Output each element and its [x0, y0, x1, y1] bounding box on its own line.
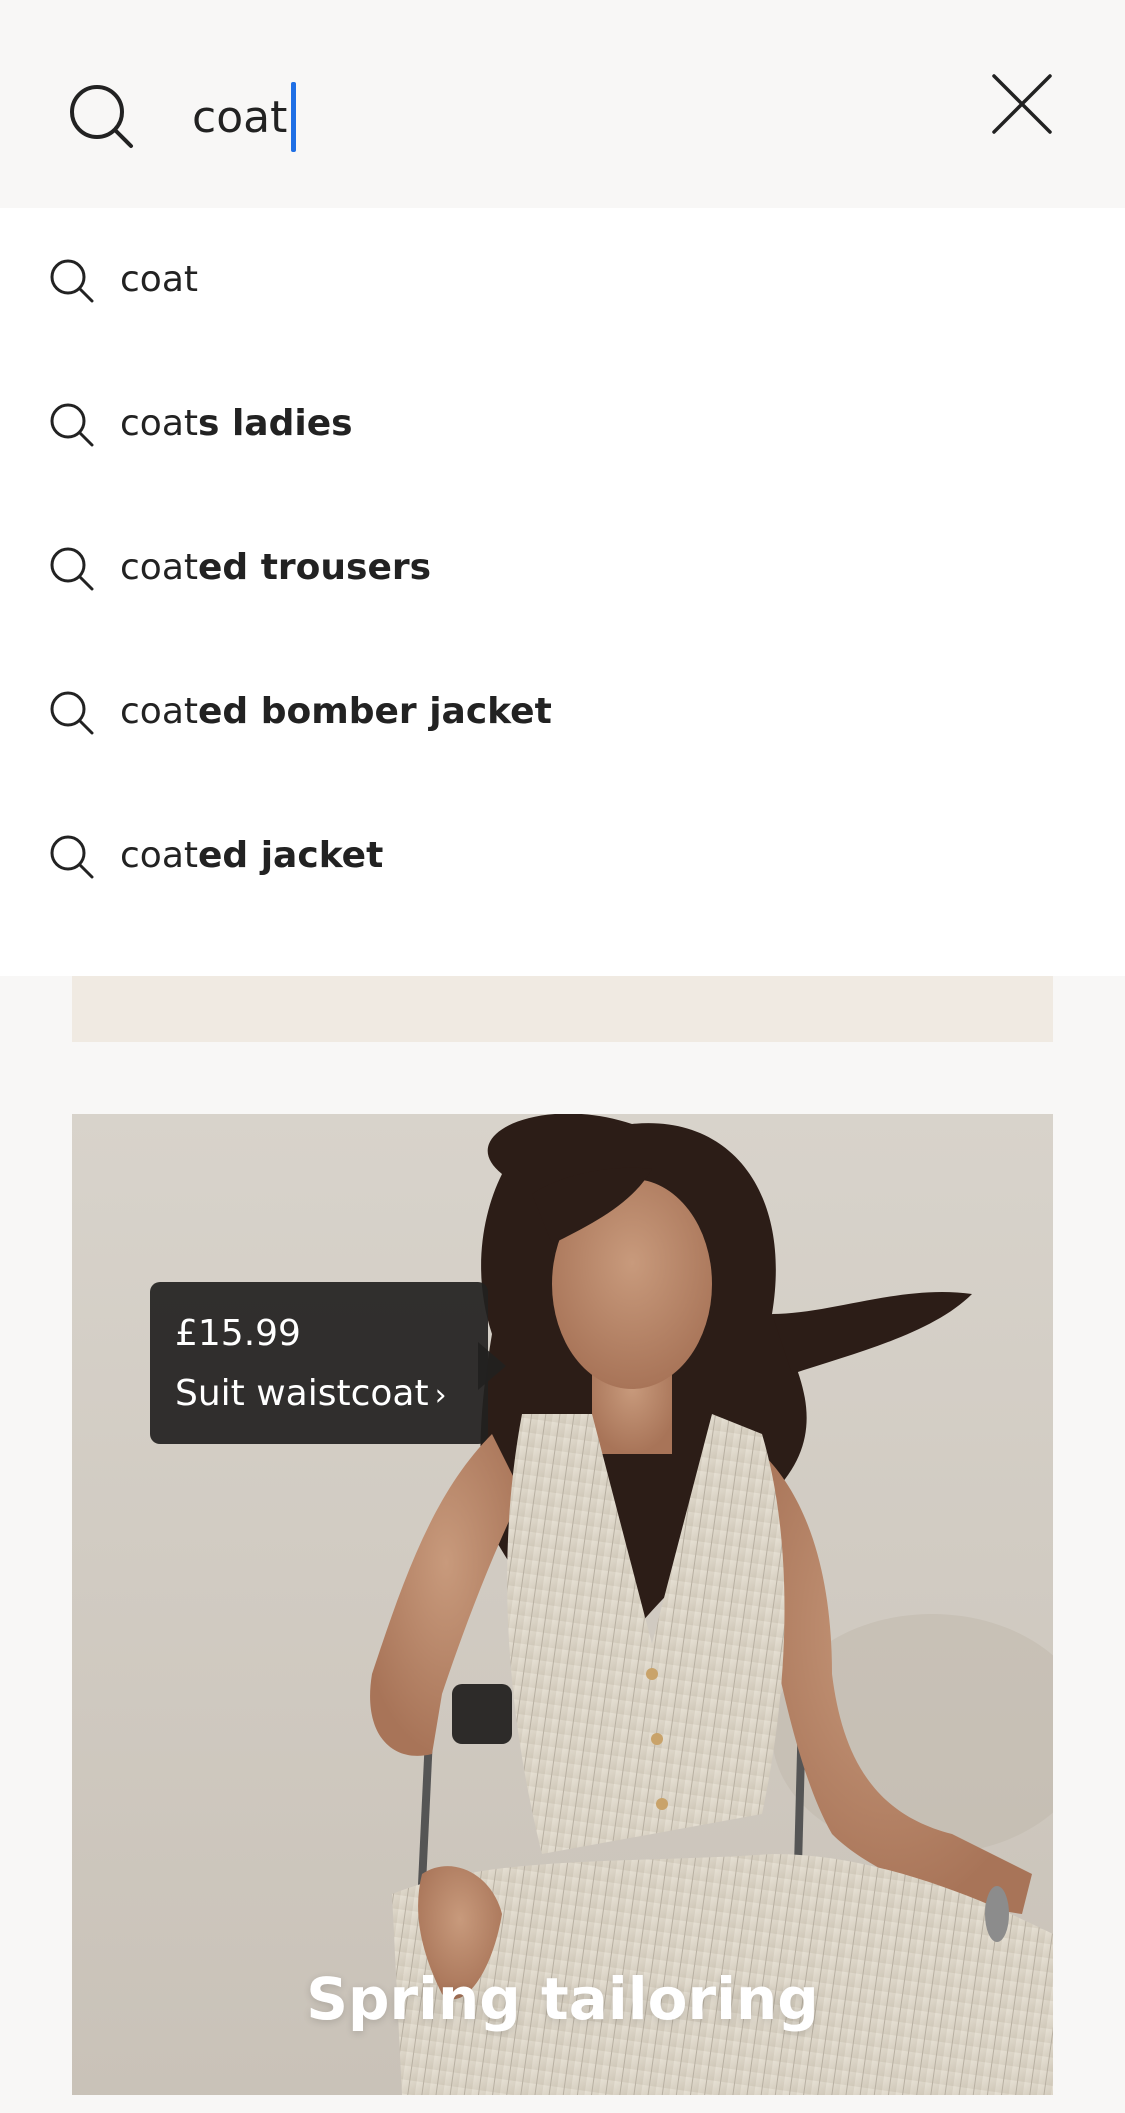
- search-header: [0, 0, 1125, 208]
- model-photo: [72, 1114, 1053, 2095]
- suggestion-label: coated bomber jacket: [120, 691, 552, 732]
- search-input[interactable]: [192, 82, 892, 152]
- hero-image[interactable]: £15.99 Suit waistcoat › Spring tailoring: [72, 1114, 1053, 2095]
- search-icon: [50, 403, 94, 447]
- promo-banner[interactable]: [72, 976, 1053, 1042]
- chevron-right-icon: ›: [434, 1378, 447, 1413]
- hero-title: Spring tailoring: [306, 1965, 819, 2033]
- suggestion-item[interactable]: coated trousers: [0, 496, 1125, 640]
- search-icon: [50, 835, 94, 879]
- search-icon: [50, 691, 94, 735]
- suggestion-label: coat: [120, 259, 198, 300]
- suggestion-label: coated jacket: [120, 835, 384, 876]
- suggestion-item[interactable]: coats ladies: [0, 352, 1125, 496]
- product-hotspot-tag[interactable]: £15.99 Suit waistcoat ›: [150, 1282, 506, 1444]
- suggestion-label: coats ladies: [120, 403, 353, 444]
- product-name: Suit waistcoat ›: [175, 1372, 447, 1418]
- search-icon: [50, 547, 94, 591]
- search-suggestions: coat coats ladies coated trousers coated…: [0, 208, 1125, 976]
- suggestion-item[interactable]: coat: [0, 208, 1125, 352]
- search-icon: [70, 85, 133, 148]
- tag-pointer: [478, 1342, 506, 1390]
- suggestion-label: coated trousers: [120, 547, 432, 588]
- close-icon[interactable]: [990, 72, 1054, 136]
- suggestion-item[interactable]: coated bomber jacket: [0, 640, 1125, 784]
- search-icon: [50, 259, 94, 303]
- suggestion-item[interactable]: coated jacket: [0, 784, 1125, 928]
- product-price: £15.99: [175, 1313, 301, 1354]
- text-cursor: [291, 82, 296, 152]
